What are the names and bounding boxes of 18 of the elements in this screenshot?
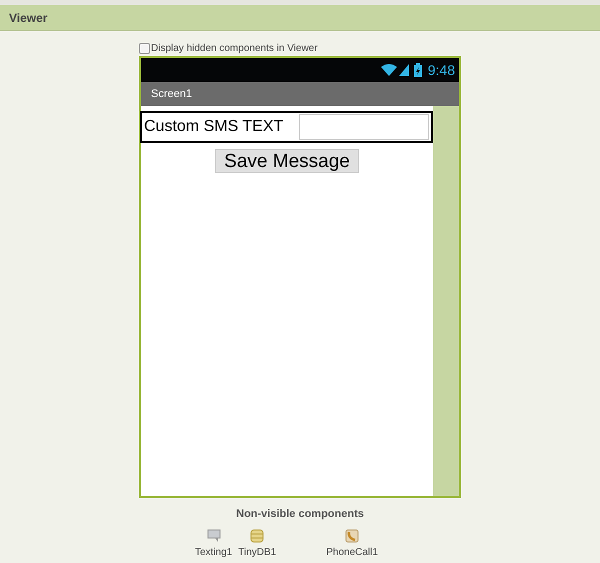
- wifi-icon: [380, 64, 397, 76]
- checkbox-label[interactable]: Display hidden components in Viewer: [151, 41, 318, 56]
- checkbox[interactable]: [139, 43, 150, 54]
- battery-icon: [414, 63, 422, 77]
- text-input-field[interactable]: [299, 114, 429, 140]
- phone-icon: [345, 528, 360, 542]
- panel-title: Viewer: [9, 10, 48, 26]
- database-icon: [250, 528, 264, 542]
- component-label[interactable]: TinyDB1: [238, 544, 276, 560]
- non-visible-title: Non-visible components: [236, 507, 364, 522]
- clock-time: 9:48: [428, 60, 455, 80]
- speech-bubble-icon: [206, 528, 221, 542]
- component-label[interactable]: Texting1: [195, 544, 232, 560]
- signal-icon: [398, 64, 409, 76]
- text-label: Custom SMS TEXT: [144, 117, 284, 137]
- screen-title: Screen1: [151, 86, 192, 102]
- save-message-button[interactable]: Save Message: [215, 149, 359, 173]
- component-label[interactable]: PhoneCall1: [326, 544, 378, 560]
